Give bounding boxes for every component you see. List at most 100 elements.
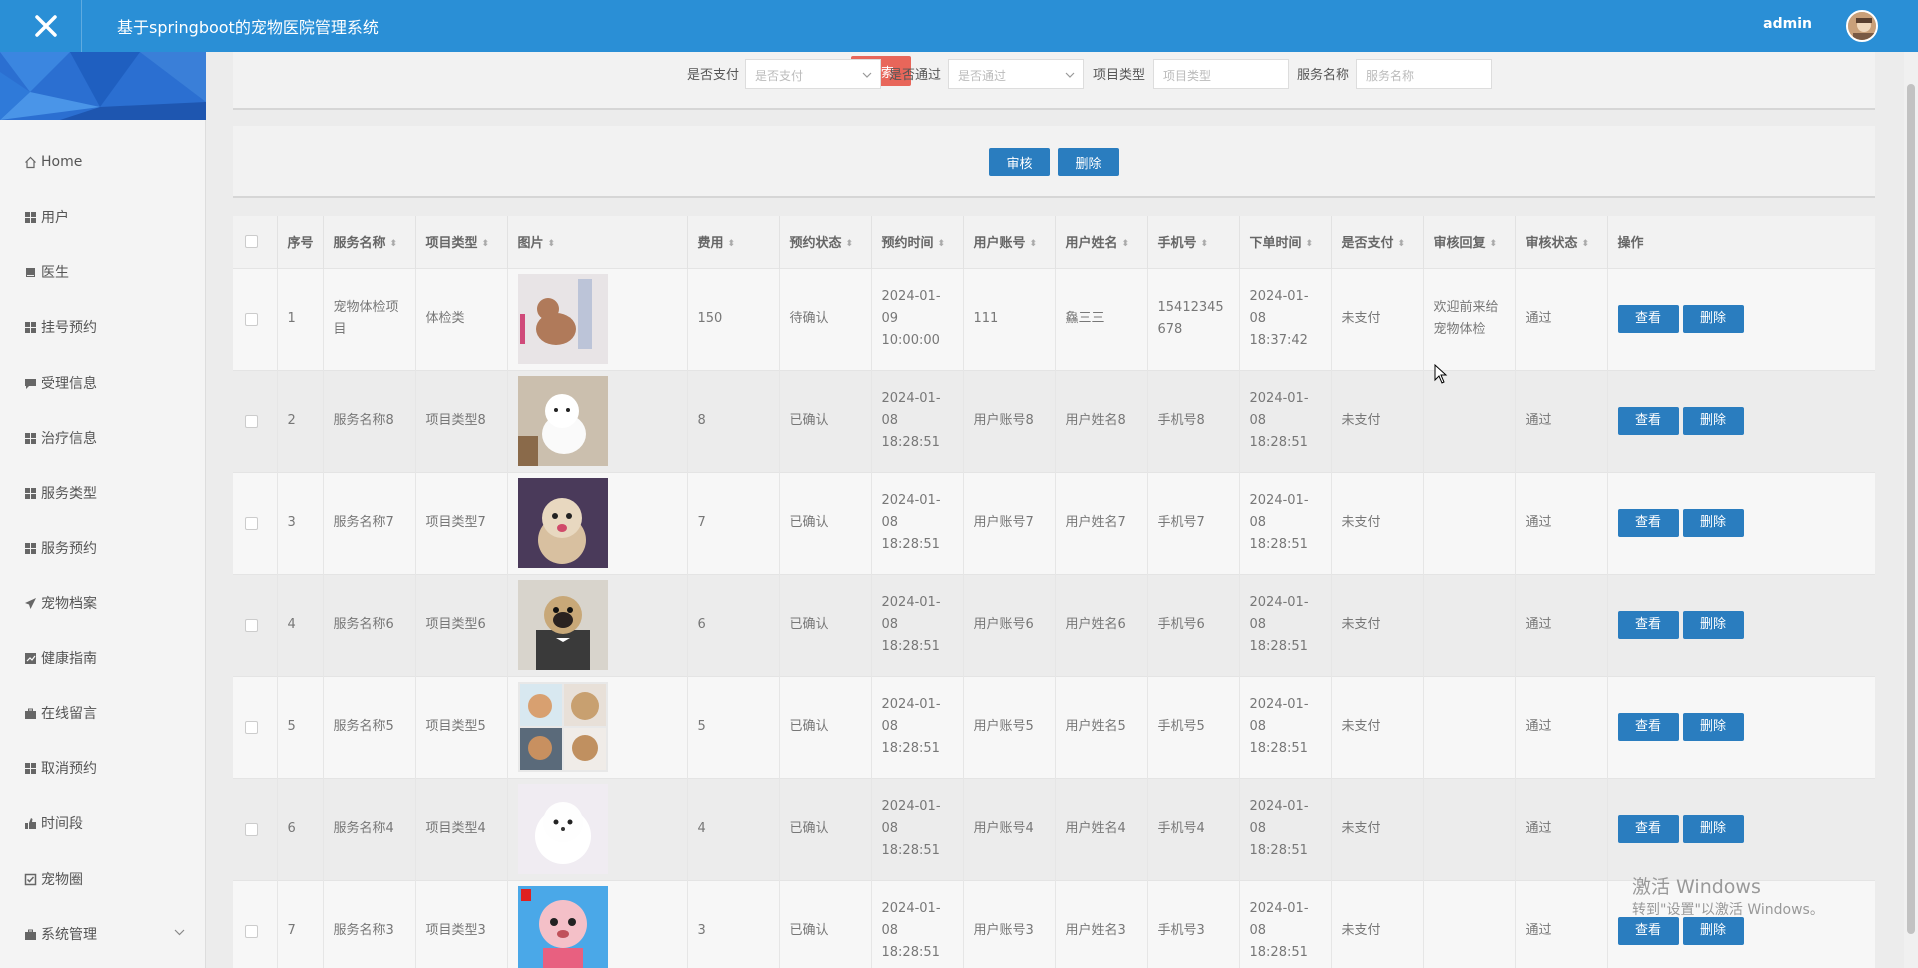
- column-header[interactable]: 用户姓名 ⬍: [1055, 216, 1148, 268]
- column-header[interactable]: 手机号 ⬍: [1147, 216, 1240, 268]
- sidebar-item[interactable]: 受理信息: [24, 373, 97, 393]
- select-all-checkbox[interactable]: [233, 216, 278, 268]
- row-checkbox[interactable]: [233, 879, 278, 968]
- sidebar-item-label: 挂号预约: [41, 320, 97, 336]
- cell-account: 用户账号8: [963, 369, 1056, 472]
- sort-icon[interactable]: ⬍: [1490, 239, 1498, 249]
- table-header: 序号 服务名称 ⬍ 项目类型 ⬍ 图片 ⬍ 费用 ⬍ 预约状态 ⬍ 预约时间 ⬍ 用户账号 ⬍ 用户姓名 ⬍ 手机…: [233, 216, 1875, 268]
- passed-select[interactable]: 是否通过: [948, 59, 1084, 89]
- column-header[interactable]: 下单时间 ⬍: [1239, 216, 1332, 268]
- cell-paid: 未支付: [1331, 879, 1424, 968]
- sort-icon[interactable]: ⬍: [938, 239, 946, 249]
- view-button[interactable]: 查看: [1617, 509, 1679, 537]
- sort-icon[interactable]: ⬍: [1582, 239, 1590, 249]
- close-icon[interactable]: [28, 8, 64, 44]
- row-checkbox[interactable]: [233, 471, 278, 574]
- row-actions: 查看 删除: [1607, 267, 1875, 370]
- column-header[interactable]: 项目类型 ⬍: [415, 216, 508, 268]
- scrollbar[interactable]: [1904, 52, 1918, 968]
- row-checkbox[interactable]: [233, 675, 278, 778]
- delete-row-button[interactable]: 删除: [1682, 815, 1744, 843]
- cell-no: 2: [277, 369, 324, 472]
- delete-row-button[interactable]: 删除: [1682, 305, 1744, 333]
- cell-status: 待确认: [779, 267, 872, 370]
- cell-order: 2024-01-08 18:28:51: [1239, 471, 1332, 574]
- cell-account: 用户账号4: [963, 777, 1056, 880]
- chart-icon: [24, 652, 37, 665]
- column-header[interactable]: 预约状态 ⬍: [779, 216, 872, 268]
- column-header[interactable]: 审核状态 ⬍: [1515, 216, 1608, 268]
- cell-appt: 2024-01-08 18:28:51: [871, 471, 964, 574]
- sort-icon[interactable]: ⬍: [1122, 239, 1130, 249]
- sort-icon[interactable]: ⬍: [482, 239, 490, 249]
- column-header[interactable]: 用户账号 ⬍: [963, 216, 1056, 268]
- paid-select[interactable]: 是否支付: [745, 59, 881, 89]
- sort-icon[interactable]: ⬍: [846, 239, 854, 249]
- row-checkbox[interactable]: [233, 573, 278, 676]
- cell-audit: 通过: [1515, 471, 1608, 574]
- row-checkbox[interactable]: [233, 369, 278, 472]
- row-actions: 查看 删除: [1607, 675, 1875, 778]
- cell-phone: 15412345678: [1147, 267, 1240, 370]
- column-header[interactable]: 审核回复 ⬍: [1423, 216, 1516, 268]
- sort-icon[interactable]: ⬍: [548, 239, 556, 249]
- view-button[interactable]: 查看: [1617, 407, 1679, 435]
- view-button[interactable]: 查看: [1617, 713, 1679, 741]
- sidebar-item[interactable]: 在线留言: [24, 703, 97, 723]
- sidebar-item[interactable]: 挂号预约: [24, 317, 97, 337]
- sidebar-item[interactable]: 系统管理: [24, 924, 185, 944]
- sidebar-item[interactable]: Home: [24, 152, 82, 172]
- sidebar-item-label: 在线留言: [41, 706, 97, 722]
- cell-paid: 未支付: [1331, 777, 1424, 880]
- cell-no: 4: [277, 573, 324, 676]
- sort-icon[interactable]: ⬍: [1030, 239, 1038, 249]
- column-header[interactable]: 服务名称 ⬍: [323, 216, 416, 268]
- delete-row-button[interactable]: 删除: [1682, 917, 1744, 946]
- cell-order: 2024-01-08 18:28:51: [1239, 777, 1332, 880]
- mouse-cursor-icon: [1434, 363, 1448, 388]
- delete-row-button[interactable]: 删除: [1682, 407, 1744, 435]
- cell-appt: 2024-01-08 18:28:51: [871, 573, 964, 676]
- sidebar-item[interactable]: 宠物圈: [24, 869, 83, 889]
- delete-row-button[interactable]: 删除: [1682, 611, 1744, 639]
- batch-delete-button[interactable]: 删除: [1058, 148, 1119, 176]
- avatar[interactable]: [1846, 10, 1878, 42]
- column-header[interactable]: 序号: [277, 216, 324, 268]
- column-header[interactable]: 是否支付 ⬍: [1331, 216, 1424, 268]
- sidebar-item[interactable]: 服务类型: [24, 483, 97, 503]
- column-header[interactable]: 图片 ⬍: [507, 216, 688, 268]
- grid-icon: [24, 762, 37, 775]
- view-button[interactable]: 查看: [1617, 917, 1679, 946]
- sidebar-item[interactable]: 宠物档案: [24, 593, 97, 613]
- sort-icon[interactable]: ⬍: [390, 239, 398, 249]
- sort-icon[interactable]: ⬍: [1306, 239, 1314, 249]
- service-input[interactable]: 服务名称: [1356, 59, 1492, 89]
- row-actions: 查看 删除: [1607, 777, 1875, 880]
- app-title: 基于springboot的宠物医院管理系统: [117, 18, 379, 37]
- type-input[interactable]: 项目类型: [1153, 59, 1289, 89]
- view-button[interactable]: 查看: [1617, 815, 1679, 843]
- sidebar-item[interactable]: 治疗信息: [24, 428, 97, 448]
- sidebar-item[interactable]: 用户: [24, 207, 69, 227]
- pet-image: [507, 573, 688, 676]
- sort-icon[interactable]: ⬍: [1398, 239, 1406, 249]
- row-checkbox[interactable]: [233, 267, 278, 370]
- username[interactable]: admin: [1763, 16, 1812, 32]
- cell-reply: 欢迎前来给宠物体检: [1423, 267, 1516, 370]
- view-button[interactable]: 查看: [1617, 305, 1679, 333]
- sidebar-item[interactable]: 取消预约: [24, 758, 97, 778]
- column-header[interactable]: 预约时间 ⬍: [871, 216, 964, 268]
- sort-icon[interactable]: ⬍: [1201, 239, 1209, 249]
- sidebar-banner: [0, 52, 206, 120]
- delete-row-button[interactable]: 删除: [1682, 713, 1744, 741]
- audit-button[interactable]: 审核: [989, 148, 1050, 176]
- sidebar-item[interactable]: 服务预约: [24, 538, 97, 558]
- view-button[interactable]: 查看: [1617, 611, 1679, 639]
- sidebar-item[interactable]: 时间段: [24, 813, 83, 833]
- delete-row-button[interactable]: 删除: [1682, 509, 1744, 537]
- sort-icon[interactable]: ⬍: [728, 239, 736, 249]
- sidebar-item[interactable]: 医生: [24, 262, 69, 282]
- column-header[interactable]: 费用 ⬍: [687, 216, 780, 268]
- sidebar-item[interactable]: 健康指南: [24, 648, 97, 668]
- row-checkbox[interactable]: [233, 777, 278, 880]
